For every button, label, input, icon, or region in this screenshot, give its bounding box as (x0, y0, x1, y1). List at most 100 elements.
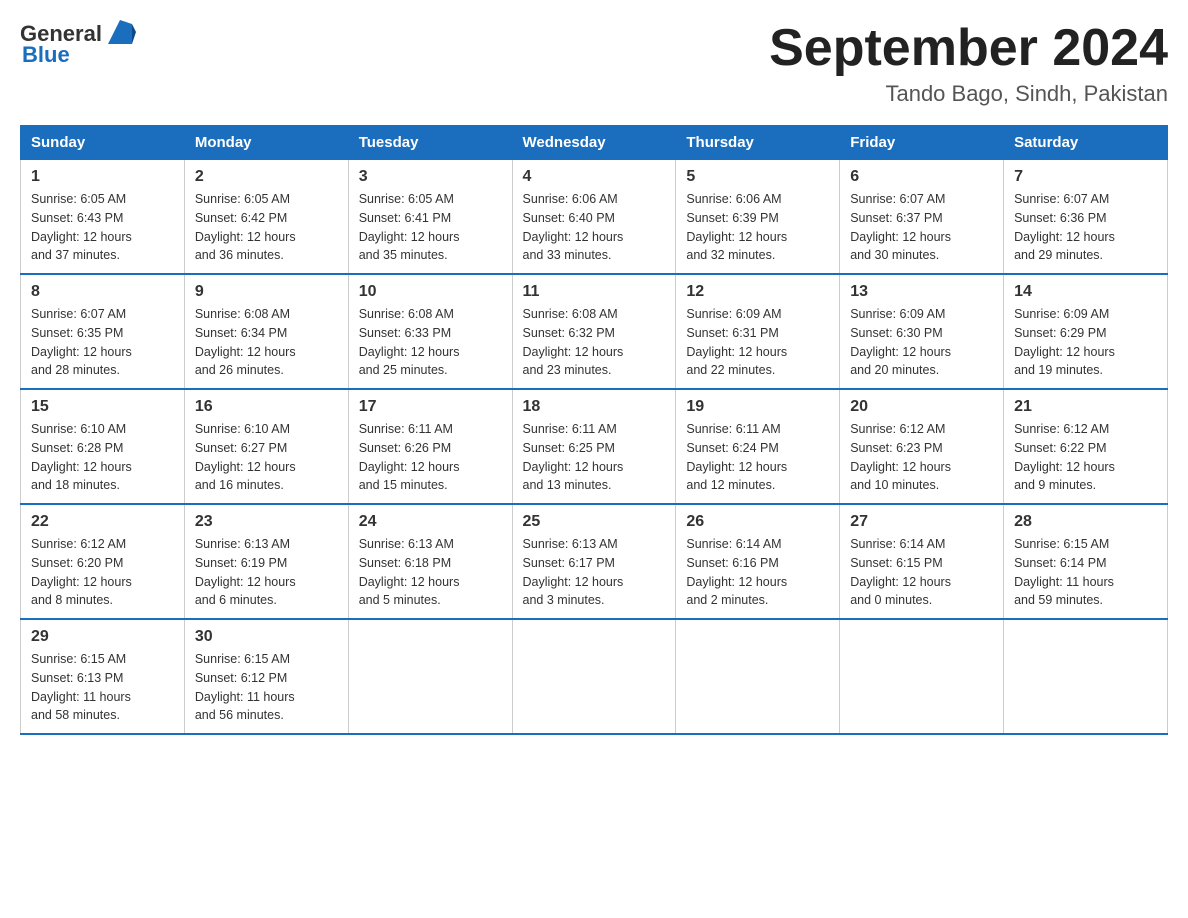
day-number: 30 (195, 628, 338, 646)
day-number: 18 (523, 398, 666, 416)
day-info: Sunrise: 6:07 AMSunset: 6:35 PMDaylight:… (31, 305, 174, 380)
day-info: Sunrise: 6:05 AMSunset: 6:42 PMDaylight:… (195, 190, 338, 265)
calendar-day-cell: 21 Sunrise: 6:12 AMSunset: 6:22 PMDaylig… (1004, 389, 1168, 504)
col-sunday: Sunday (21, 126, 185, 160)
header-row: Sunday Monday Tuesday Wednesday Thursday… (21, 126, 1168, 160)
day-info: Sunrise: 6:12 AMSunset: 6:23 PMDaylight:… (850, 420, 993, 495)
day-number: 24 (359, 513, 502, 531)
calendar-day-cell: 4 Sunrise: 6:06 AMSunset: 6:40 PMDayligh… (512, 160, 676, 275)
day-info: Sunrise: 6:07 AMSunset: 6:36 PMDaylight:… (1014, 190, 1157, 265)
day-number: 14 (1014, 283, 1157, 301)
day-info: Sunrise: 6:15 AMSunset: 6:12 PMDaylight:… (195, 650, 338, 725)
day-number: 7 (1014, 168, 1157, 186)
day-number: 15 (31, 398, 174, 416)
day-number: 5 (686, 168, 829, 186)
calendar-day-cell (1004, 619, 1168, 734)
calendar-day-cell: 26 Sunrise: 6:14 AMSunset: 6:16 PMDaylig… (676, 504, 840, 619)
col-friday: Friday (840, 126, 1004, 160)
day-number: 3 (359, 168, 502, 186)
calendar-body: 1 Sunrise: 6:05 AMSunset: 6:43 PMDayligh… (21, 160, 1168, 735)
calendar-day-cell: 9 Sunrise: 6:08 AMSunset: 6:34 PMDayligh… (184, 274, 348, 389)
day-number: 13 (850, 283, 993, 301)
calendar-day-cell (840, 619, 1004, 734)
calendar-day-cell: 3 Sunrise: 6:05 AMSunset: 6:41 PMDayligh… (348, 160, 512, 275)
day-number: 4 (523, 168, 666, 186)
day-number: 23 (195, 513, 338, 531)
calendar-table: Sunday Monday Tuesday Wednesday Thursday… (20, 125, 1168, 735)
day-info: Sunrise: 6:07 AMSunset: 6:37 PMDaylight:… (850, 190, 993, 265)
day-info: Sunrise: 6:10 AMSunset: 6:27 PMDaylight:… (195, 420, 338, 495)
day-number: 27 (850, 513, 993, 531)
day-number: 10 (359, 283, 502, 301)
day-number: 8 (31, 283, 174, 301)
calendar-day-cell: 23 Sunrise: 6:13 AMSunset: 6:19 PMDaylig… (184, 504, 348, 619)
day-number: 9 (195, 283, 338, 301)
logo-icon (104, 16, 136, 48)
day-info: Sunrise: 6:13 AMSunset: 6:17 PMDaylight:… (523, 535, 666, 610)
calendar-week-row: 15 Sunrise: 6:10 AMSunset: 6:28 PMDaylig… (21, 389, 1168, 504)
calendar-day-cell: 13 Sunrise: 6:09 AMSunset: 6:30 PMDaylig… (840, 274, 1004, 389)
day-number: 2 (195, 168, 338, 186)
day-number: 17 (359, 398, 502, 416)
calendar-day-cell (348, 619, 512, 734)
day-info: Sunrise: 6:12 AMSunset: 6:22 PMDaylight:… (1014, 420, 1157, 495)
calendar-day-cell: 11 Sunrise: 6:08 AMSunset: 6:32 PMDaylig… (512, 274, 676, 389)
calendar-day-cell (676, 619, 840, 734)
calendar-day-cell: 14 Sunrise: 6:09 AMSunset: 6:29 PMDaylig… (1004, 274, 1168, 389)
calendar-day-cell: 30 Sunrise: 6:15 AMSunset: 6:12 PMDaylig… (184, 619, 348, 734)
day-number: 19 (686, 398, 829, 416)
day-number: 26 (686, 513, 829, 531)
day-info: Sunrise: 6:08 AMSunset: 6:33 PMDaylight:… (359, 305, 502, 380)
day-number: 22 (31, 513, 174, 531)
day-info: Sunrise: 6:09 AMSunset: 6:31 PMDaylight:… (686, 305, 829, 380)
calendar-title: September 2024 (769, 20, 1168, 77)
day-info: Sunrise: 6:06 AMSunset: 6:39 PMDaylight:… (686, 190, 829, 265)
col-tuesday: Tuesday (348, 126, 512, 160)
calendar-week-row: 22 Sunrise: 6:12 AMSunset: 6:20 PMDaylig… (21, 504, 1168, 619)
day-info: Sunrise: 6:08 AMSunset: 6:32 PMDaylight:… (523, 305, 666, 380)
day-number: 20 (850, 398, 993, 416)
day-info: Sunrise: 6:15 AMSunset: 6:13 PMDaylight:… (31, 650, 174, 725)
day-info: Sunrise: 6:12 AMSunset: 6:20 PMDaylight:… (31, 535, 174, 610)
day-info: Sunrise: 6:11 AMSunset: 6:25 PMDaylight:… (523, 420, 666, 495)
day-info: Sunrise: 6:10 AMSunset: 6:28 PMDaylight:… (31, 420, 174, 495)
logo: General Blue (20, 20, 136, 68)
day-info: Sunrise: 6:05 AMSunset: 6:43 PMDaylight:… (31, 190, 174, 265)
calendar-day-cell: 10 Sunrise: 6:08 AMSunset: 6:33 PMDaylig… (348, 274, 512, 389)
calendar-day-cell: 29 Sunrise: 6:15 AMSunset: 6:13 PMDaylig… (21, 619, 185, 734)
day-info: Sunrise: 6:11 AMSunset: 6:24 PMDaylight:… (686, 420, 829, 495)
calendar-day-cell: 27 Sunrise: 6:14 AMSunset: 6:15 PMDaylig… (840, 504, 1004, 619)
calendar-day-cell: 2 Sunrise: 6:05 AMSunset: 6:42 PMDayligh… (184, 160, 348, 275)
day-info: Sunrise: 6:09 AMSunset: 6:30 PMDaylight:… (850, 305, 993, 380)
day-number: 11 (523, 283, 666, 301)
day-info: Sunrise: 6:08 AMSunset: 6:34 PMDaylight:… (195, 305, 338, 380)
day-number: 29 (31, 628, 174, 646)
calendar-day-cell: 7 Sunrise: 6:07 AMSunset: 6:36 PMDayligh… (1004, 160, 1168, 275)
day-number: 21 (1014, 398, 1157, 416)
calendar-header: Sunday Monday Tuesday Wednesday Thursday… (21, 126, 1168, 160)
calendar-day-cell: 1 Sunrise: 6:05 AMSunset: 6:43 PMDayligh… (21, 160, 185, 275)
day-info: Sunrise: 6:14 AMSunset: 6:16 PMDaylight:… (686, 535, 829, 610)
calendar-day-cell: 25 Sunrise: 6:13 AMSunset: 6:17 PMDaylig… (512, 504, 676, 619)
day-number: 25 (523, 513, 666, 531)
title-block: September 2024 Tando Bago, Sindh, Pakist… (769, 20, 1168, 107)
calendar-day-cell: 28 Sunrise: 6:15 AMSunset: 6:14 PMDaylig… (1004, 504, 1168, 619)
calendar-day-cell: 12 Sunrise: 6:09 AMSunset: 6:31 PMDaylig… (676, 274, 840, 389)
day-number: 12 (686, 283, 829, 301)
day-number: 1 (31, 168, 174, 186)
logo-blue-text: Blue (22, 42, 70, 68)
calendar-day-cell: 20 Sunrise: 6:12 AMSunset: 6:23 PMDaylig… (840, 389, 1004, 504)
col-thursday: Thursday (676, 126, 840, 160)
calendar-day-cell: 22 Sunrise: 6:12 AMSunset: 6:20 PMDaylig… (21, 504, 185, 619)
calendar-week-row: 8 Sunrise: 6:07 AMSunset: 6:35 PMDayligh… (21, 274, 1168, 389)
calendar-day-cell: 18 Sunrise: 6:11 AMSunset: 6:25 PMDaylig… (512, 389, 676, 504)
calendar-week-row: 1 Sunrise: 6:05 AMSunset: 6:43 PMDayligh… (21, 160, 1168, 275)
day-info: Sunrise: 6:09 AMSunset: 6:29 PMDaylight:… (1014, 305, 1157, 380)
calendar-day-cell: 17 Sunrise: 6:11 AMSunset: 6:26 PMDaylig… (348, 389, 512, 504)
day-info: Sunrise: 6:13 AMSunset: 6:18 PMDaylight:… (359, 535, 502, 610)
day-number: 28 (1014, 513, 1157, 531)
calendar-day-cell: 6 Sunrise: 6:07 AMSunset: 6:37 PMDayligh… (840, 160, 1004, 275)
col-monday: Monday (184, 126, 348, 160)
calendar-day-cell: 24 Sunrise: 6:13 AMSunset: 6:18 PMDaylig… (348, 504, 512, 619)
day-info: Sunrise: 6:15 AMSunset: 6:14 PMDaylight:… (1014, 535, 1157, 610)
